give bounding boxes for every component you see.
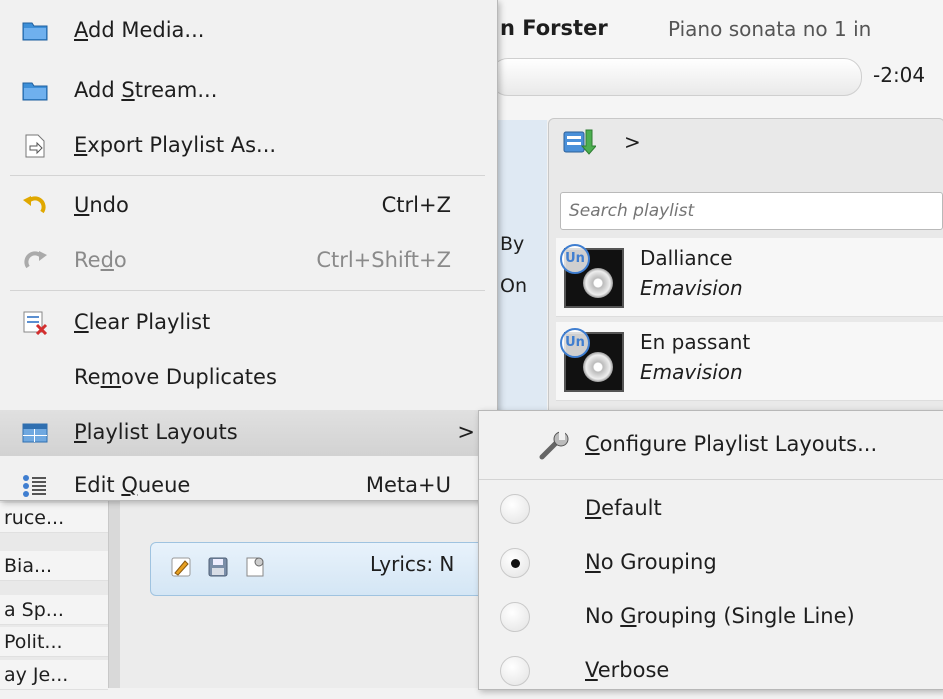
edit-icon[interactable] — [170, 556, 192, 578]
shortcut-text: Ctrl+Shift+Z — [316, 248, 451, 272]
playlist-context-menu: Add Media... Add Stream... Export Playli… — [0, 0, 498, 501]
lyrics-toolbar — [150, 542, 512, 596]
radio-button[interactable] — [500, 494, 530, 524]
menu-item-export-playlist[interactable]: Export Playlist As... — [0, 123, 497, 169]
radio-button[interactable] — [500, 602, 530, 632]
menu-item-undo[interactable]: Undo Ctrl+Z — [0, 183, 497, 229]
save-icon[interactable] — [207, 556, 229, 578]
wrench-icon — [539, 431, 569, 460]
list-item[interactable]: a Sp... — [0, 595, 108, 625]
menu-item-clear-playlist[interactable]: Clear Playlist — [0, 300, 497, 346]
playlist-layout-icon[interactable] — [562, 126, 596, 158]
now-playing-artist: n Forster — [500, 16, 608, 40]
menu-item-add-stream[interactable]: Add Stream... — [0, 68, 497, 114]
context-text-fragment: By — [500, 233, 525, 255]
submenu-arrow-icon: > — [457, 420, 475, 444]
now-playing-title: Piano sonata no 1 in — [668, 17, 872, 41]
playlist-row[interactable]: Un En passant Emavision — [556, 322, 943, 401]
cd-icon — [583, 268, 613, 298]
menu-item-edit-queue[interactable]: Edit Queue Meta+U — [0, 463, 497, 509]
track-artist: Emavision — [640, 276, 743, 300]
search-playlist-input[interactable] — [560, 192, 943, 230]
folder-icon — [22, 22, 48, 41]
clear-lyrics-icon[interactable] — [244, 556, 266, 578]
menu-separator — [10, 290, 485, 291]
export-document-icon — [25, 134, 45, 158]
cd-icon — [583, 352, 613, 382]
list-item[interactable]: Polit... — [0, 627, 108, 657]
submenu-item-no-grouping[interactable]: No Grouping — [479, 535, 943, 591]
playlist-layouts-icon — [22, 423, 48, 443]
list-item[interactable]: Bia... — [0, 551, 108, 581]
list-item[interactable]: ay Je... — [0, 660, 108, 690]
menu-separator — [479, 479, 943, 480]
clear-playlist-icon — [23, 311, 48, 335]
unrated-badge-icon: Un — [560, 328, 590, 358]
submenu-item-default[interactable]: Default — [479, 481, 943, 537]
shortcut-text: Meta+U — [365, 473, 451, 497]
submenu-item-no-grouping-single-line[interactable]: No Grouping (Single Line) — [479, 589, 943, 645]
lyrics-label: Lyrics: N — [370, 552, 455, 576]
folder-icon — [22, 82, 48, 101]
time-remaining: -2:04 — [873, 63, 926, 87]
menu-item-remove-duplicates[interactable]: Remove Duplicates — [0, 355, 497, 401]
track-title: Dalliance — [640, 246, 733, 270]
album-cover: Un — [560, 328, 624, 392]
breadcrumb-chevron[interactable]: > — [624, 130, 641, 154]
context-applet-area — [497, 120, 547, 410]
redo-icon — [24, 251, 47, 269]
menu-separator — [10, 175, 485, 176]
radio-button-selected[interactable] — [500, 548, 530, 578]
album-cover: Un — [560, 244, 624, 308]
menu-item-add-media[interactable]: Add Media... — [0, 8, 497, 54]
queue-icon — [23, 475, 46, 497]
shortcut-text: Ctrl+Z — [381, 193, 451, 217]
track-title: En passant — [640, 330, 751, 354]
submenu-item-verbose[interactable]: Verbose — [479, 643, 943, 699]
seek-slider[interactable] — [490, 58, 862, 96]
track-artist: Emavision — [640, 360, 743, 384]
radio-button[interactable] — [500, 656, 530, 686]
menu-item-redo[interactable]: Redo Ctrl+Shift+Z — [0, 238, 497, 284]
playlist-layouts-submenu: Configure Playlist Layouts... Default No… — [478, 410, 943, 690]
submenu-item-configure-layouts[interactable]: Configure Playlist Layouts... — [479, 417, 943, 473]
unrated-badge-icon: Un — [560, 244, 590, 274]
context-text-fragment: On — [500, 275, 527, 297]
playlist-row[interactable]: Un Dalliance Emavision — [556, 238, 943, 317]
menu-item-playlist-layouts[interactable]: Playlist Layouts > — [0, 410, 497, 456]
undo-icon — [23, 196, 46, 214]
